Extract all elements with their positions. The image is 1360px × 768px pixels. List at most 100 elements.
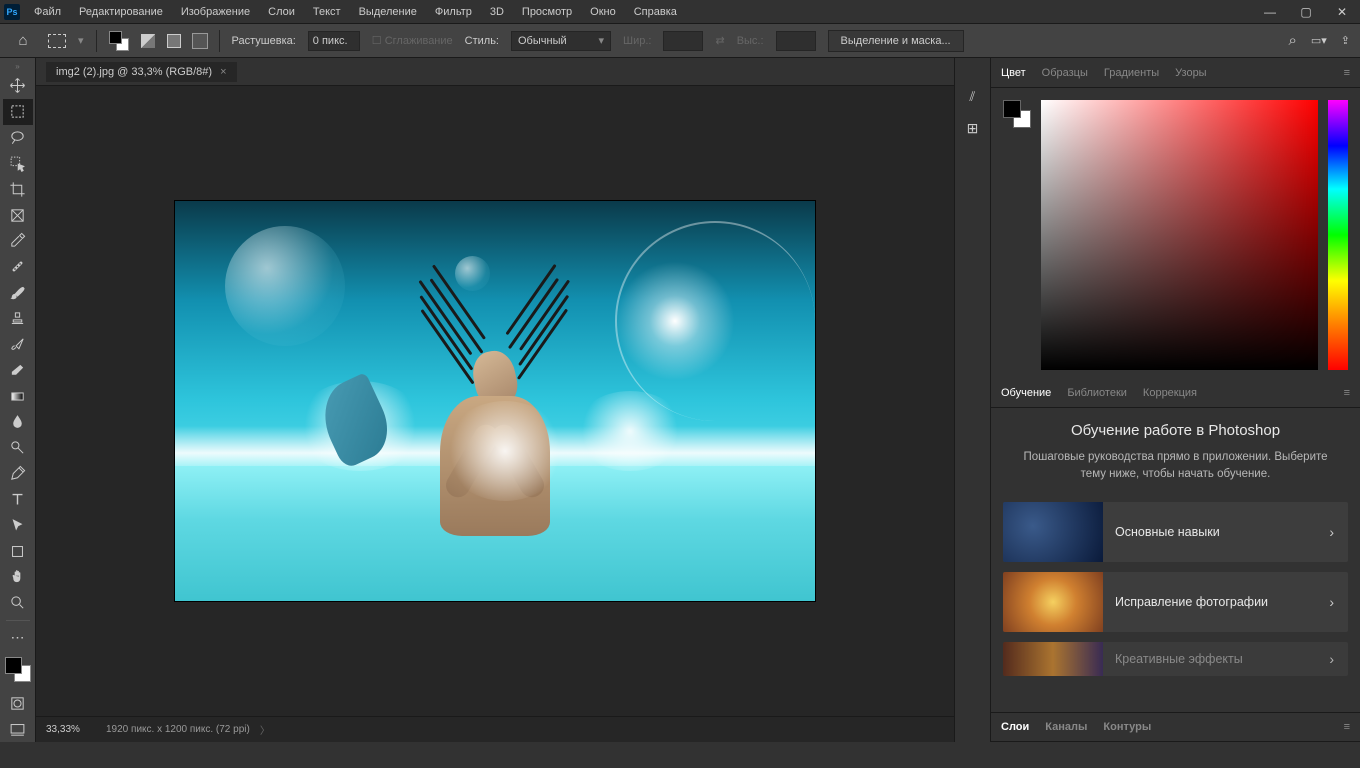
eyedropper-tool[interactable] bbox=[3, 228, 33, 254]
menu-select[interactable]: Выделение bbox=[351, 2, 425, 22]
status-bar: 1920 пикс. x 1200 пикс. (72 ppi) 〉 bbox=[36, 716, 954, 742]
intersect-selection-icon[interactable] bbox=[193, 34, 207, 48]
height-input bbox=[776, 31, 816, 51]
tab-swatches[interactable]: Образцы bbox=[1042, 67, 1088, 79]
minimize-button[interactable]: — bbox=[1256, 2, 1284, 22]
menu-window[interactable]: Окно bbox=[582, 2, 624, 22]
learn-subtitle: Пошаговые руководства прямо в приложении… bbox=[1003, 449, 1348, 484]
swap-icon: ⇄ bbox=[715, 34, 724, 47]
window-controls: — ▢ ✕ bbox=[1256, 2, 1356, 22]
maximize-button[interactable]: ▢ bbox=[1292, 2, 1320, 22]
panel-icon-1[interactable]: ⑊ bbox=[968, 88, 976, 104]
search-icon[interactable]: ⌕ bbox=[1288, 32, 1296, 49]
zoom-input[interactable] bbox=[46, 724, 96, 735]
main-area: » ⋯ img2 (2).jpg @ 33,3% (RGB/8#) bbox=[0, 58, 1360, 742]
dodge-tool[interactable] bbox=[3, 435, 33, 461]
eraser-tool[interactable] bbox=[3, 357, 33, 383]
gradient-tool[interactable] bbox=[3, 383, 33, 409]
text-tool[interactable] bbox=[3, 487, 33, 513]
card-label: Креативные эффекты bbox=[1103, 652, 1315, 666]
menu-file[interactable]: Файл bbox=[26, 2, 69, 22]
pen-tool[interactable] bbox=[3, 461, 33, 487]
menu-help[interactable]: Справка bbox=[626, 2, 685, 22]
crop-tool[interactable] bbox=[3, 176, 33, 202]
panel-menu-icon[interactable]: ≡ bbox=[1344, 721, 1350, 733]
app-logo: Ps bbox=[4, 4, 20, 20]
feather-input[interactable] bbox=[308, 31, 360, 51]
learn-card-creative[interactable]: Креативные эффекты › bbox=[1003, 642, 1348, 676]
antialias-checkbox: ☐ Сглаживание bbox=[372, 34, 453, 47]
tool-palette: » ⋯ bbox=[0, 58, 36, 742]
style-select[interactable]: Обычный▾ bbox=[511, 31, 611, 51]
frame-tool[interactable] bbox=[3, 202, 33, 228]
tool-preset-icon[interactable] bbox=[48, 34, 66, 48]
heal-tool[interactable] bbox=[3, 254, 33, 280]
color-fgbg-swatch[interactable] bbox=[1003, 100, 1031, 128]
lasso-tool[interactable] bbox=[3, 125, 33, 151]
canvas-area: img2 (2).jpg @ 33,3% (RGB/8#) × bbox=[36, 58, 954, 742]
panel-menu-icon[interactable]: ≡ bbox=[1344, 387, 1350, 399]
blur-tool[interactable] bbox=[3, 409, 33, 435]
share-icon[interactable]: ⇪ bbox=[1341, 34, 1350, 47]
tab-color[interactable]: Цвет bbox=[1001, 67, 1026, 79]
canvas-image bbox=[175, 201, 815, 601]
close-tab-icon[interactable]: × bbox=[220, 66, 226, 78]
brush-tool[interactable] bbox=[3, 280, 33, 306]
main-menu: Файл Редактирование Изображение Слои Тек… bbox=[26, 2, 685, 22]
tab-libraries[interactable]: Библиотеки bbox=[1067, 387, 1127, 399]
learn-card-basics[interactable]: Основные навыки › bbox=[1003, 502, 1348, 562]
learn-panel: Обучение работе в Photoshop Пошаговые ру… bbox=[991, 408, 1360, 712]
workspace-icon[interactable]: ▭▾ bbox=[1311, 34, 1327, 47]
screenmode-tool[interactable] bbox=[3, 716, 33, 742]
close-button[interactable]: ✕ bbox=[1328, 2, 1356, 22]
edit-toolbar[interactable]: ⋯ bbox=[3, 625, 33, 651]
hue-slider[interactable] bbox=[1328, 100, 1348, 370]
chevron-right-icon: › bbox=[1315, 594, 1348, 610]
learn-card-photofix[interactable]: Исправление фотографии › bbox=[1003, 572, 1348, 632]
marquee-tool[interactable] bbox=[3, 99, 33, 125]
shape-tool[interactable] bbox=[3, 538, 33, 564]
new-selection-icon[interactable] bbox=[109, 31, 129, 51]
document-tabs: img2 (2).jpg @ 33,3% (RGB/8#) × bbox=[36, 58, 954, 86]
quick-select-tool[interactable] bbox=[3, 151, 33, 177]
tab-paths[interactable]: Контуры bbox=[1103, 721, 1151, 733]
tab-layers[interactable]: Слои bbox=[1001, 721, 1029, 733]
learn-panel-tabs: Обучение Библиотеки Коррекция ≡ bbox=[991, 378, 1360, 408]
menu-layers[interactable]: Слои bbox=[260, 2, 303, 22]
menu-3d[interactable]: 3D bbox=[482, 2, 512, 22]
add-selection-icon[interactable] bbox=[141, 34, 155, 48]
document-tab[interactable]: img2 (2).jpg @ 33,3% (RGB/8#) × bbox=[46, 62, 237, 82]
hand-tool[interactable] bbox=[3, 564, 33, 590]
home-button[interactable]: ⌂ bbox=[10, 28, 36, 54]
menu-filter[interactable]: Фильтр bbox=[427, 2, 480, 22]
panel-menu-icon[interactable]: ≡ bbox=[1344, 67, 1350, 79]
fg-bg-swatch[interactable] bbox=[5, 657, 31, 683]
select-and-mask-button[interactable]: Выделение и маска... bbox=[828, 30, 964, 52]
style-label: Стиль: bbox=[465, 35, 499, 47]
move-tool[interactable] bbox=[3, 73, 33, 99]
tab-gradients[interactable]: Градиенты bbox=[1104, 67, 1159, 79]
path-select-tool[interactable] bbox=[3, 512, 33, 538]
tab-channels[interactable]: Каналы bbox=[1045, 721, 1087, 733]
subtract-selection-icon[interactable] bbox=[167, 34, 181, 48]
tab-learn[interactable]: Обучение bbox=[1001, 387, 1051, 399]
panel-icon-2[interactable]: ⊞ bbox=[967, 120, 979, 137]
menu-image[interactable]: Изображение bbox=[173, 2, 258, 22]
menu-text[interactable]: Текст bbox=[305, 2, 349, 22]
width-input bbox=[663, 31, 703, 51]
document-tab-label: img2 (2).jpg @ 33,3% (RGB/8#) bbox=[56, 66, 212, 78]
card-label: Исправление фотографии bbox=[1103, 595, 1315, 609]
menu-edit[interactable]: Редактирование bbox=[71, 2, 171, 22]
quickmask-tool[interactable] bbox=[3, 690, 33, 716]
stamp-tool[interactable] bbox=[3, 306, 33, 332]
chevron-right-icon: › bbox=[1315, 524, 1348, 540]
tab-adjustments[interactable]: Коррекция bbox=[1143, 387, 1197, 399]
history-brush-tool[interactable] bbox=[3, 331, 33, 357]
right-panel-group: Цвет Образцы Градиенты Узоры ≡ Обучение … bbox=[990, 58, 1360, 742]
menu-view[interactable]: Просмотр bbox=[514, 2, 580, 22]
feather-label: Растушевка: bbox=[232, 35, 296, 47]
zoom-tool[interactable] bbox=[3, 590, 33, 616]
saturation-value-picker[interactable] bbox=[1041, 100, 1318, 370]
canvas-viewport[interactable] bbox=[36, 86, 954, 716]
tab-patterns[interactable]: Узоры bbox=[1175, 67, 1206, 79]
